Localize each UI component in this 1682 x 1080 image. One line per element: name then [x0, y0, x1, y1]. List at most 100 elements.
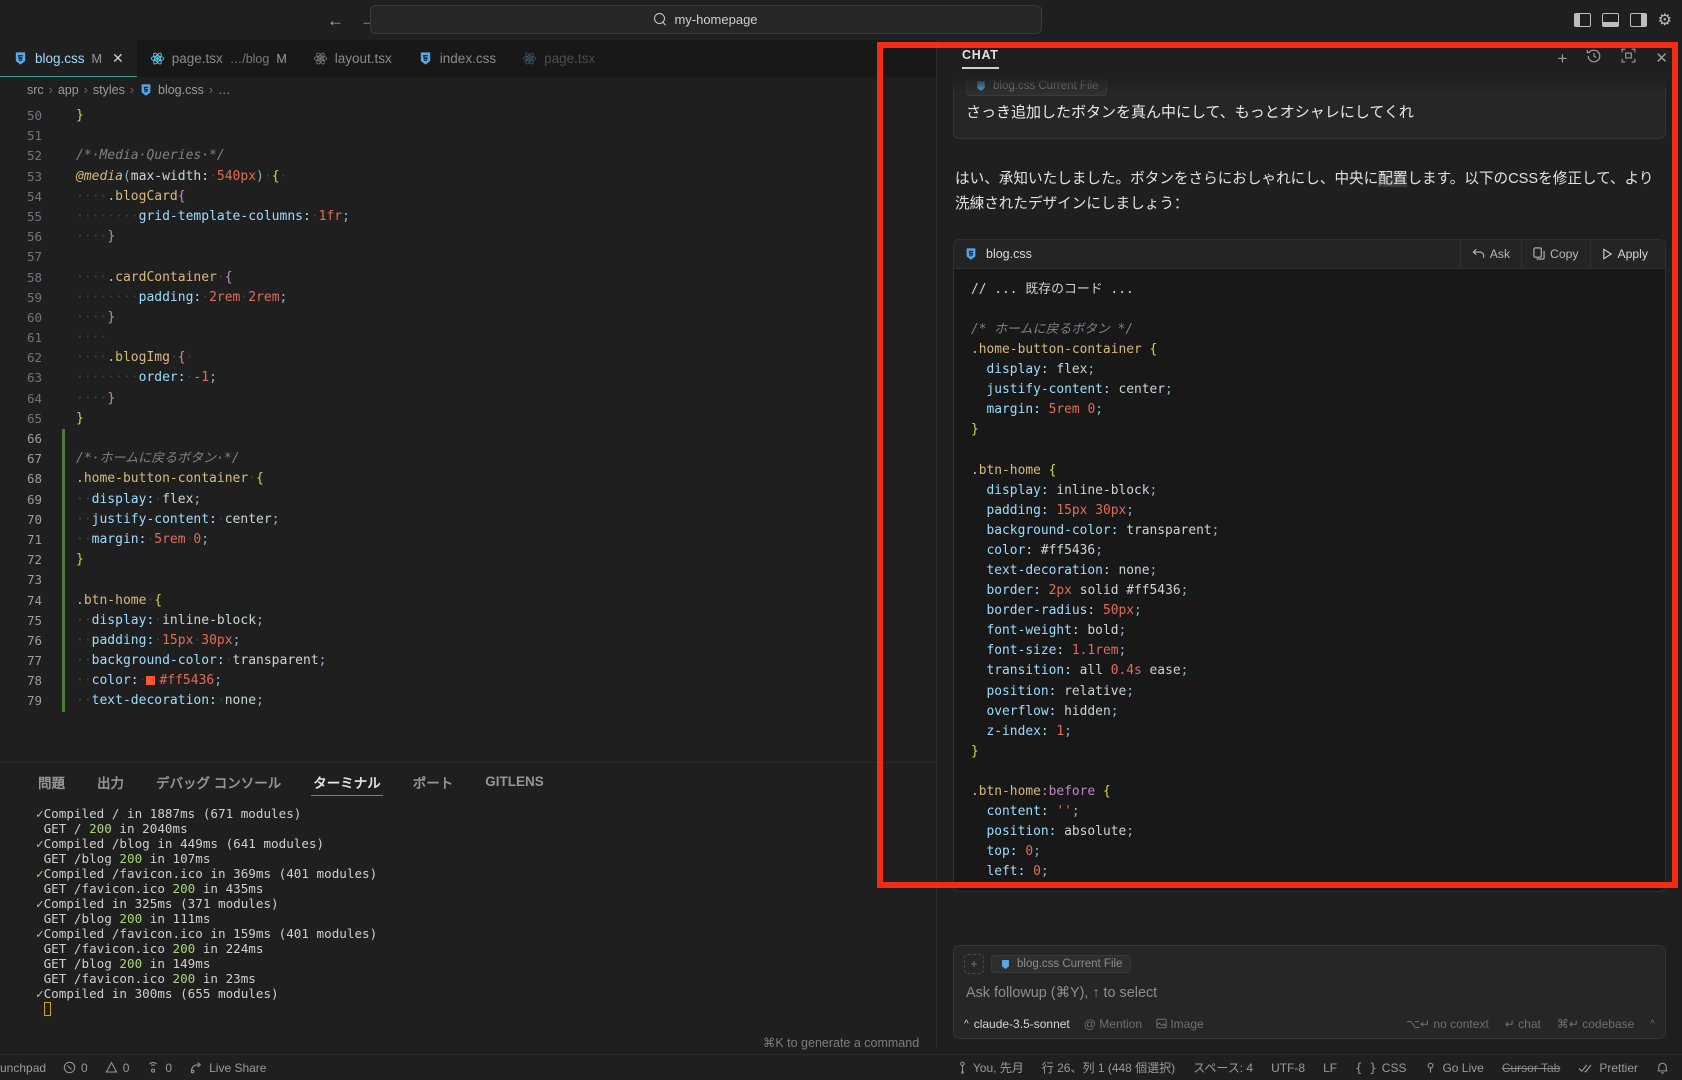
ask-button[interactable]: Ask [1459, 239, 1521, 269]
css-file-icon [1002, 959, 1009, 969]
plus-icon[interactable]: + [1557, 50, 1567, 67]
gear-icon[interactable]: ⚙ [1658, 10, 1672, 30]
editor-tab-index-css[interactable]: index.css [405, 40, 509, 77]
css-file-icon [141, 84, 151, 96]
line-content: } [76, 410, 84, 426]
editor-tab-page-tsx-blog[interactable]: page.tsx …/blog M [137, 40, 300, 77]
editor-tab-page-tsx[interactable]: page.tsx [509, 40, 595, 77]
status-ports[interactable]: 0 [146, 1061, 172, 1075]
status-language-label: CSS [1381, 1060, 1407, 1075]
line-content: ··display:·inline-block; [76, 612, 264, 628]
panel-tab-ports[interactable]: ポート [397, 763, 470, 800]
toggle-primary-sidebar-icon[interactable] [1573, 13, 1591, 27]
code-line: background-color: transparent; [971, 522, 1220, 538]
mention-button[interactable]: @ Mention [1084, 1017, 1142, 1031]
breadcrumb-item-src[interactable]: src [27, 83, 44, 97]
code-line: border-radius: 50px; [971, 603, 1142, 619]
editor-tab-blog-css[interactable]: blog.css M ✕ [0, 40, 137, 77]
chat-input-area[interactable]: + blog.css Current File Ask followup (⌘Y… [953, 945, 1666, 1039]
image-button-label: Image [1170, 1017, 1204, 1031]
line-content: ··padding:·15px·30px; [76, 632, 241, 648]
image-icon [1156, 1018, 1167, 1029]
panel-tab-terminal[interactable]: ターミナル [297, 763, 397, 800]
line-content: ··margin:·5rem·0; [76, 531, 210, 547]
status-bar-left: unchpad 0 0 0 Live Share [0, 1061, 266, 1075]
panel-tab-gitlens[interactable]: GITLENS [469, 763, 560, 800]
status-eol[interactable]: LF [1323, 1061, 1337, 1075]
codebase-hint[interactable]: ⌘↵ codebase [1557, 1017, 1634, 1031]
editor-tab-layout-tsx[interactable]: layout.tsx [300, 40, 405, 77]
history-icon[interactable] [1586, 48, 1602, 69]
input-context-chip[interactable]: blog.css Current File [991, 955, 1132, 973]
user-message-text: さっき追加したボタンを真ん中にして、もっとオシャレにしてくれ [966, 104, 1414, 121]
status-launchpad[interactable]: unchpad [0, 1061, 46, 1075]
line-content: /*·Media·Queries·*/ [76, 148, 225, 164]
toggle-panel-icon[interactable] [1601, 13, 1619, 27]
status-go-live[interactable]: Go Live [1424, 1061, 1484, 1075]
status-cursor-tab[interactable]: Cursor Tab [1502, 1061, 1560, 1075]
chat-input-placeholder[interactable]: Ask followup (⌘Y), ↑ to select [964, 974, 1655, 1017]
line-number: 53 [26, 168, 42, 184]
status-encoding[interactable]: UTF-8 [1271, 1061, 1305, 1075]
panel-tab-problems[interactable]: 問題 [22, 763, 81, 800]
status-language-mode[interactable]: { } CSS [1355, 1061, 1406, 1075]
line-number: 52 [26, 148, 42, 164]
back-arrow-icon[interactable]: ← [327, 12, 344, 29]
status-cursor-position[interactable]: 行 26、列 1 (448 個選択) [1042, 1059, 1175, 1076]
search-omnibox[interactable]: my-homepage [370, 5, 1042, 34]
no-context-hint[interactable]: ⌥↵ no context [1406, 1017, 1489, 1031]
toggle-secondary-sidebar-icon[interactable] [1629, 13, 1647, 27]
copy-button[interactable]: Copy [1521, 239, 1589, 269]
line-number: 69 [26, 491, 42, 507]
line-number: 72 [26, 552, 42, 568]
chat-header: CHAT + ✕ [937, 40, 1682, 76]
check-icon: ✓ [36, 896, 44, 911]
search-icon [654, 13, 667, 26]
status-indentation[interactable]: スペース: 4 [1193, 1059, 1253, 1076]
apply-button[interactable]: Apply [1589, 239, 1660, 269]
status-warnings[interactable]: 0 [105, 1061, 129, 1075]
input-context-chip-label: blog.css Current File [1017, 958, 1123, 970]
panel-tab-output[interactable]: 出力 [81, 763, 140, 800]
check-icon: ✓ [36, 986, 44, 1001]
line-number: 77 [26, 653, 42, 669]
code-line: left: 0; [971, 864, 1049, 880]
close-icon[interactable]: ✕ [1655, 49, 1668, 67]
status-git-author[interactable]: You, 先月 [957, 1059, 1024, 1076]
css-file-icon [420, 52, 430, 65]
assistant-text-part2: します。以下のCSSを修正し [1407, 170, 1597, 187]
chat-input-chips: + blog.css Current File [964, 954, 1655, 974]
breadcrumb-item-file[interactable]: blog.css [158, 83, 204, 97]
chat-messages[interactable]: blog.css Current File さっき追加したボタンを真ん中にして、… [937, 76, 1682, 945]
image-button[interactable]: Image [1156, 1017, 1204, 1031]
code-block-filename: blog.css [986, 246, 1032, 261]
status-notifications[interactable] [1656, 1061, 1669, 1075]
chevron-up-icon[interactable]: ^ [1650, 1019, 1655, 1030]
omnibox-value: my-homepage [674, 12, 758, 27]
breadcrumb-item-styles[interactable]: styles [93, 83, 125, 97]
panel-tab-debug-console[interactable]: デバッグ コンソール [140, 763, 297, 800]
model-selector[interactable]: ^ claude-3.5-sonnet [964, 1017, 1070, 1031]
add-context-icon[interactable]: + [964, 954, 984, 974]
context-chip[interactable]: blog.css Current File [966, 76, 1108, 96]
tab-label: blog.css [35, 51, 85, 66]
maximize-icon[interactable] [1621, 48, 1636, 68]
chat-hint[interactable]: ↵ chat [1505, 1017, 1541, 1031]
line-number: 60 [26, 309, 42, 325]
close-icon[interactable]: ✕ [112, 50, 124, 67]
reply-icon [1472, 249, 1484, 258]
line-content: ····.blogImg·{· [76, 350, 194, 366]
breadcrumb-item-symbol[interactable]: … [218, 83, 231, 97]
breadcrumb-item-app[interactable]: app [58, 83, 79, 97]
check-icon: ✓ [36, 866, 44, 881]
code-line: margin: 5rem 0; [971, 402, 1103, 418]
copy-icon [1533, 247, 1545, 260]
status-prettier[interactable]: Prettier [1578, 1061, 1638, 1075]
code-line: position: relative; [971, 683, 1134, 699]
status-live-share[interactable]: Live Share [189, 1061, 266, 1075]
status-errors[interactable]: 0 [63, 1061, 88, 1075]
line-content: ···· [76, 330, 108, 346]
